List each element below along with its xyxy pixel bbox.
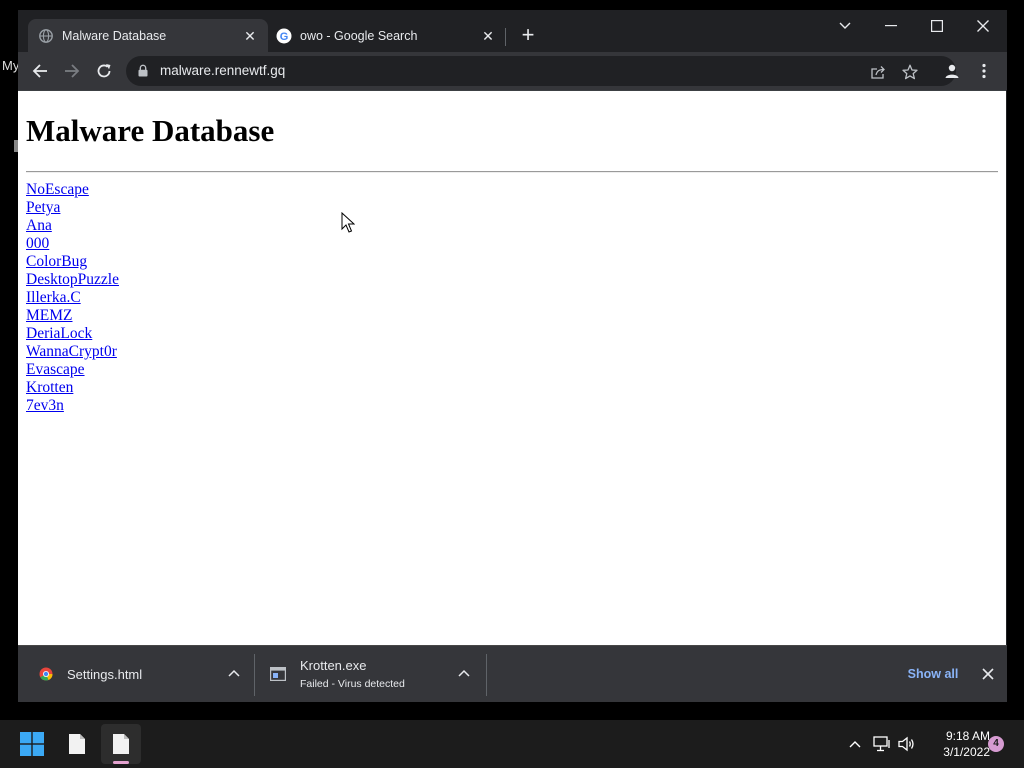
- share-icon[interactable]: [868, 62, 888, 82]
- minimize-icon: [885, 25, 897, 27]
- link-petya[interactable]: Petya: [26, 199, 60, 216]
- chevron-up-icon[interactable]: [226, 666, 242, 682]
- url-text: malware.rennewtf.gq: [160, 63, 286, 78]
- show-all-button[interactable]: Show all: [898, 660, 968, 688]
- notification-badge[interactable]: 4: [988, 736, 1004, 752]
- link-memz[interactable]: MEMZ: [26, 307, 73, 324]
- maximize-button[interactable]: [914, 10, 960, 42]
- link-7ev3n[interactable]: 7ev3n: [26, 397, 64, 414]
- shelf-divider: [254, 654, 255, 696]
- browser-window: Malware Database ✕ G owo - Google Search…: [18, 10, 1007, 702]
- clock-time: 9:18 AM: [945, 729, 990, 743]
- desktop-icon-label: My: [2, 58, 20, 73]
- link-illerka-c[interactable]: Illerka.C: [26, 289, 81, 306]
- close-tab-icon[interactable]: ✕: [480, 28, 496, 44]
- shelf-divider: [486, 654, 487, 696]
- chevron-up-icon[interactable]: [456, 666, 472, 682]
- document-icon: [113, 734, 129, 754]
- address-bar[interactable]: malware.rennewtf.gq: [126, 56, 956, 86]
- browser-toolbar: malware.rennewtf.gq: [18, 52, 1007, 90]
- back-button[interactable]: [26, 57, 54, 85]
- link-noescape[interactable]: NoEscape: [26, 181, 89, 198]
- link-wannacrypt0r[interactable]: WannaCrypt0r: [26, 343, 117, 360]
- link-evascape[interactable]: Evascape: [26, 361, 85, 378]
- windows-logo-icon: [20, 732, 44, 756]
- tab-title: owo - Google Search: [300, 28, 418, 43]
- close-icon: [977, 20, 989, 32]
- download-filename: Settings.html: [67, 666, 143, 682]
- link-ana[interactable]: Ana: [26, 217, 52, 234]
- link-colorbug[interactable]: ColorBug: [26, 253, 87, 270]
- close-icon: [982, 668, 994, 680]
- exe-icon: [270, 666, 286, 682]
- forward-button[interactable]: [58, 57, 86, 85]
- malware-link-list: NoEscape Petya Ana 000 ColorBug DesktopP…: [26, 181, 119, 415]
- clock[interactable]: 9:18 AM 3/1/2022: [926, 728, 990, 760]
- new-tab-button[interactable]: +: [516, 24, 540, 48]
- download-shelf: Settings.html Krotten.exe Failed - Virus…: [18, 645, 1007, 702]
- download-info: Krotten.exe Failed - Virus detected: [300, 658, 405, 690]
- close-window-button[interactable]: [960, 10, 1006, 42]
- menu-button[interactable]: [970, 57, 998, 85]
- close-tab-icon[interactable]: ✕: [242, 28, 258, 44]
- mouse-cursor-icon: [341, 212, 355, 233]
- link-desktoppuzzle[interactable]: DesktopPuzzle: [26, 271, 119, 288]
- link-derialock[interactable]: DeriaLock: [26, 325, 92, 342]
- svg-text:G: G: [280, 31, 289, 43]
- arrow-right-icon: [65, 64, 80, 78]
- profile-button[interactable]: [938, 57, 966, 85]
- minimize-button[interactable]: [868, 10, 914, 42]
- horizontal-rule: [26, 171, 998, 173]
- chevron-up-icon: [849, 741, 861, 748]
- google-icon: G: [276, 28, 292, 44]
- chrome-icon: [38, 666, 54, 682]
- show-hidden-icons-button[interactable]: [845, 734, 865, 754]
- page-title: Malware Database: [26, 113, 275, 148]
- more-vertical-icon: [982, 63, 986, 79]
- close-shelf-button[interactable]: [978, 664, 998, 684]
- tab-strip: Malware Database ✕ G owo - Google Search…: [18, 10, 1007, 52]
- maximize-icon: [931, 20, 943, 32]
- arrow-left-icon: [32, 64, 47, 78]
- tab-malware-database[interactable]: Malware Database ✕: [28, 19, 268, 52]
- bookmark-star-icon[interactable]: [900, 62, 920, 82]
- document-icon: [69, 734, 85, 754]
- tab-search-button[interactable]: [822, 10, 868, 42]
- download-filename: Krotten.exe: [300, 658, 367, 673]
- clock-date: 3/1/2022: [943, 745, 990, 759]
- download-status: Failed - Virus detected: [300, 678, 405, 690]
- link-krotten[interactable]: Krotten: [26, 379, 73, 396]
- reload-button[interactable]: [90, 57, 118, 85]
- taskbar-app-file[interactable]: [57, 724, 97, 764]
- download-item-settings[interactable]: Settings.html: [38, 646, 244, 702]
- download-item-krotten[interactable]: Krotten.exe Failed - Virus detected: [270, 646, 476, 702]
- tab-title: Malware Database: [62, 28, 167, 43]
- network-icon[interactable]: [872, 734, 892, 754]
- active-app-indicator: [113, 761, 129, 764]
- tab-divider: [505, 28, 506, 46]
- volume-icon[interactable]: [897, 734, 917, 754]
- lock-icon: [138, 64, 148, 82]
- start-button[interactable]: [12, 724, 52, 764]
- page-content: Malware Database NoEscape Petya Ana 000 …: [18, 90, 1006, 645]
- person-icon: [945, 64, 959, 78]
- tab-google-search[interactable]: G owo - Google Search ✕: [266, 19, 506, 52]
- reload-icon: [97, 64, 111, 78]
- chevron-down-icon: [839, 22, 851, 29]
- link-000[interactable]: 000: [26, 235, 49, 252]
- globe-icon: [38, 28, 54, 44]
- taskbar: 9:18 AM 3/1/2022 4: [0, 720, 1024, 768]
- taskbar-app-active-file[interactable]: [101, 724, 141, 764]
